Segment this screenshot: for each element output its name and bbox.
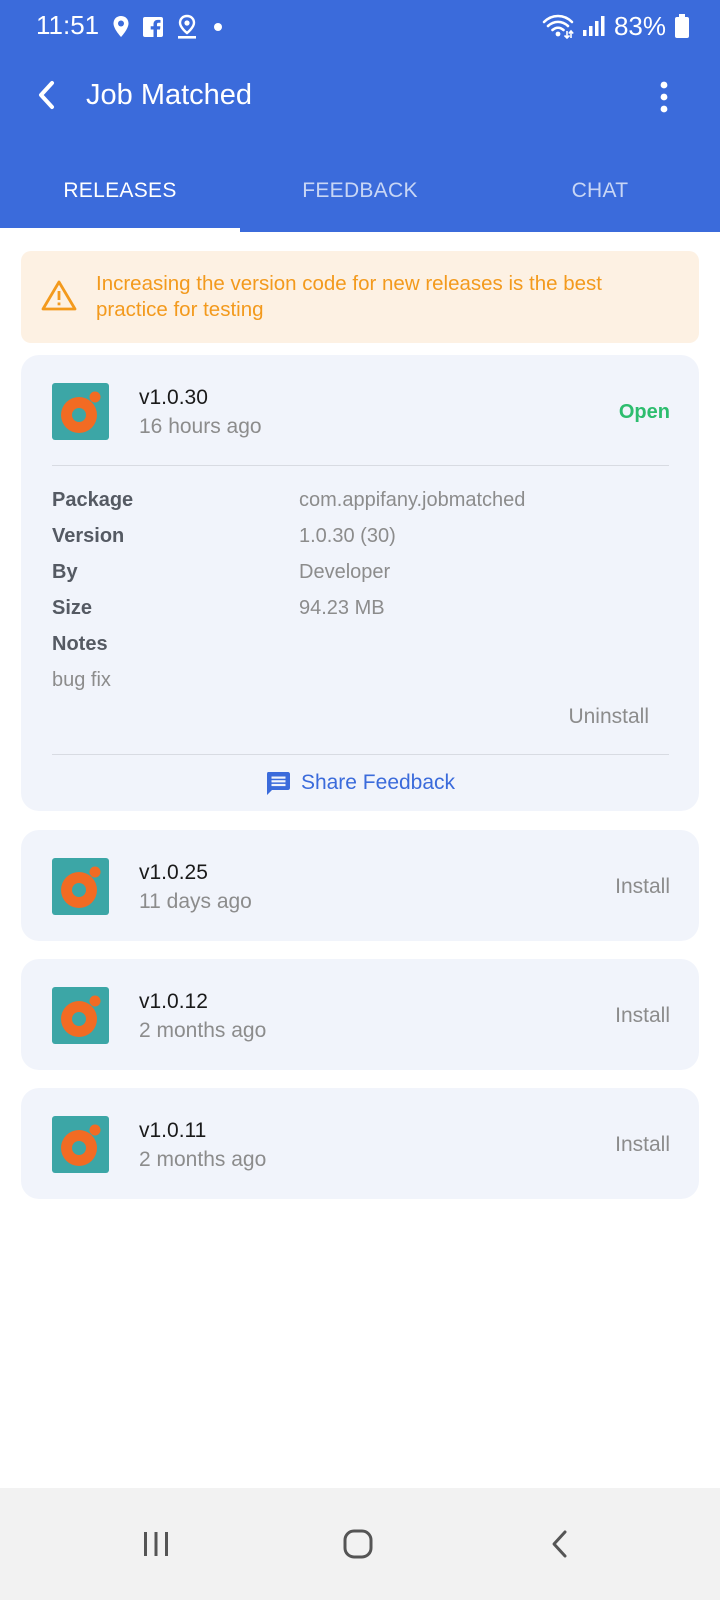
version-value: 1.0.30 (30): [299, 525, 396, 547]
app-logo-icon: [61, 866, 101, 908]
maps-pin-icon: [178, 14, 196, 39]
release-version: v1.0.30: [139, 386, 208, 409]
back-icon: [552, 1530, 567, 1558]
tab-feedback[interactable]: FEEDBACK: [240, 150, 480, 232]
release-card[interactable]: v1.0.11 2 months ago Install: [21, 1088, 699, 1199]
release-card[interactable]: v1.0.12 2 months ago Install: [21, 959, 699, 1070]
size-value: 94.23 MB: [299, 597, 385, 619]
release-time: 2 months ago: [139, 1019, 267, 1042]
wifi-icon: [542, 14, 574, 39]
battery-icon: [675, 14, 689, 38]
app-logo-icon: [61, 391, 101, 433]
release-time: 2 months ago: [139, 1148, 267, 1171]
chat-bubble-icon: [266, 772, 290, 795]
arrow-back-icon: [39, 81, 54, 109]
more-options-button[interactable]: [642, 72, 686, 122]
home-icon: [343, 1529, 373, 1559]
share-feedback-button[interactable]: Share Feedback: [21, 755, 699, 811]
release-version: v1.0.25: [139, 861, 208, 884]
toolbar: Job Matched: [0, 54, 720, 140]
nav-back-button[interactable]: [530, 1514, 590, 1574]
dot-icon: [214, 23, 222, 31]
tab-bar: RELEASES FEEDBACK CHAT: [0, 150, 720, 232]
by-value: Developer: [299, 561, 391, 583]
by-label: By: [52, 561, 78, 583]
status-system-icons: 83%: [542, 10, 690, 42]
release-time: 16 hours ago: [139, 415, 262, 438]
install-button[interactable]: Install: [615, 1004, 670, 1028]
open-button[interactable]: Open: [619, 401, 670, 424]
version-label: Version: [52, 525, 125, 547]
tab-label: FEEDBACK: [302, 179, 418, 202]
share-feedback-label: Share Feedback: [300, 771, 456, 794]
facebook-icon: [143, 17, 163, 38]
warning-banner: Increasing the version code for new rele…: [21, 251, 699, 343]
status-bar: 11:51 83%: [0, 0, 720, 54]
uninstall-button[interactable]: Uninstall: [568, 705, 649, 729]
status-time: 11:51: [36, 10, 100, 40]
app-logo-icon: [61, 1124, 101, 1166]
release-version: v1.0.12: [139, 990, 208, 1013]
back-button[interactable]: [22, 70, 72, 120]
tab-chat[interactable]: CHAT: [480, 150, 720, 232]
notes-value: bug fix: [52, 669, 111, 691]
home-button[interactable]: [328, 1514, 388, 1574]
tab-releases[interactable]: RELEASES: [0, 150, 240, 232]
app-icon: [52, 987, 109, 1044]
release-card-expanded: v1.0.30 16 hours ago Open Package com.ap…: [21, 355, 699, 811]
signal-icon: [582, 16, 605, 36]
notes-label: Notes: [52, 633, 108, 655]
status-notification-icons: [112, 12, 226, 42]
release-time: 11 days ago: [139, 890, 252, 913]
app-bar: 11:51 83% Job Matched RELEASES FEEDBACK …: [0, 0, 720, 232]
page-title: Job Matched: [86, 79, 253, 111]
release-card[interactable]: v1.0.25 11 days ago Install: [21, 830, 699, 941]
app-icon: [52, 858, 109, 915]
battery-percentage: 83%: [613, 10, 666, 41]
install-button[interactable]: Install: [615, 875, 670, 899]
recents-button[interactable]: [126, 1514, 186, 1574]
package-label: Package: [52, 489, 134, 511]
warning-text: Increasing the version code for new rele…: [96, 272, 602, 321]
install-button[interactable]: Install: [615, 1133, 670, 1157]
recents-icon: [144, 1532, 168, 1556]
divider: [52, 465, 669, 466]
location-icon: [113, 16, 129, 37]
tab-label: RELEASES: [63, 179, 177, 202]
system-nav-bar: [0, 1488, 720, 1600]
app-icon: [52, 383, 109, 440]
more-vert-icon: [660, 81, 668, 113]
size-label: Size: [52, 597, 93, 619]
tab-indicator: [0, 228, 240, 232]
release-version: v1.0.11: [139, 1119, 207, 1142]
package-value: com.appifany.jobmatched: [299, 489, 526, 511]
app-icon: [52, 1116, 109, 1173]
warning-icon: [41, 280, 77, 311]
tab-label: CHAT: [571, 179, 629, 202]
app-logo-icon: [61, 995, 101, 1037]
